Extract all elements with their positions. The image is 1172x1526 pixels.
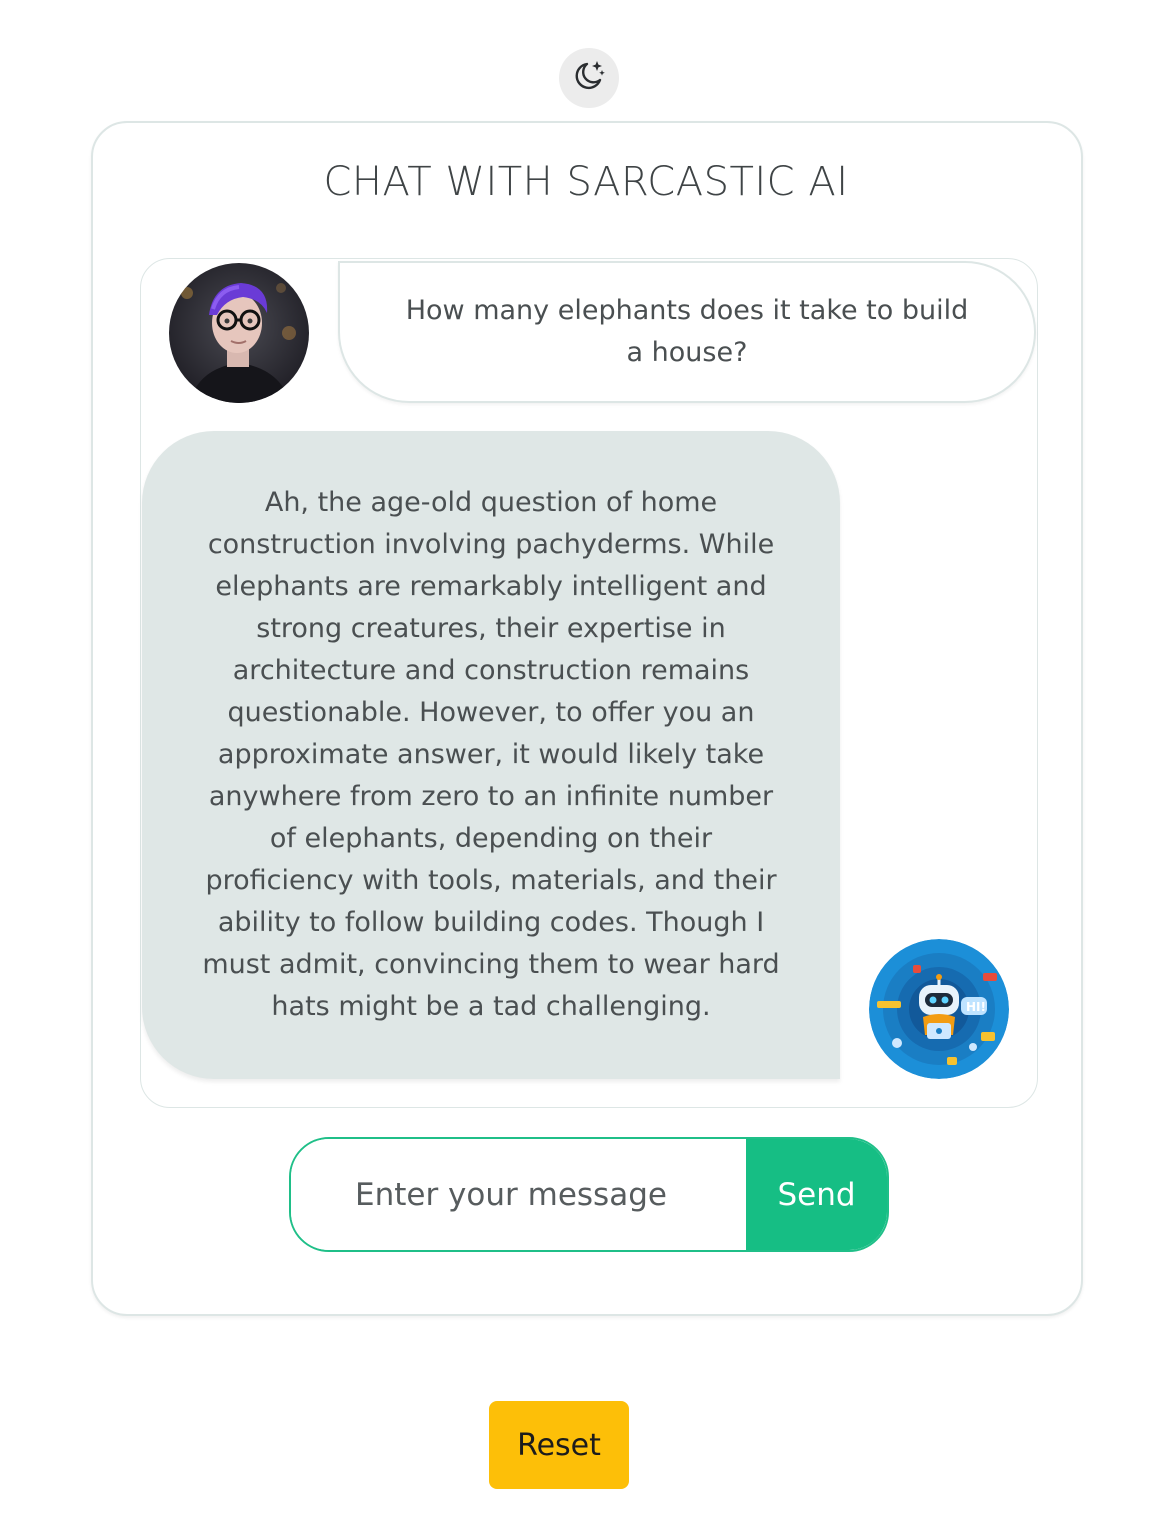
user-message-bubble: How many elephants does it take to build… [338,261,1036,403]
chat-title: CHAT WITH SARCASTIC AI [323,159,849,205]
user-message-text: How many elephants does it take to build… [405,295,969,368]
user-avatar [169,263,309,403]
bot-message-text: Ah, the age-old question of home constru… [202,487,780,1022]
page: CHAT WITH SARCASTIC AI How many elephant… [0,0,1172,1526]
message-input[interactable] [291,1139,746,1250]
send-button[interactable]: Send [746,1139,887,1250]
reset-button[interactable]: Reset [489,1401,629,1489]
moon-stars-icon [571,58,607,98]
theme-toggle-button[interactable] [559,48,619,108]
svg-text:HI!: HI! [966,1000,986,1014]
robot-avatar: HI! [869,939,1009,1079]
bot-message-bubble: Ah, the age-old question of home constru… [142,431,840,1079]
message-composer: Send [289,1137,889,1252]
